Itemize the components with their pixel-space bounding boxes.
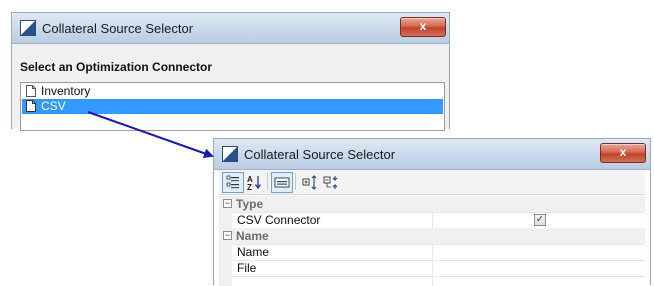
callout-arrow [87, 111, 214, 159]
